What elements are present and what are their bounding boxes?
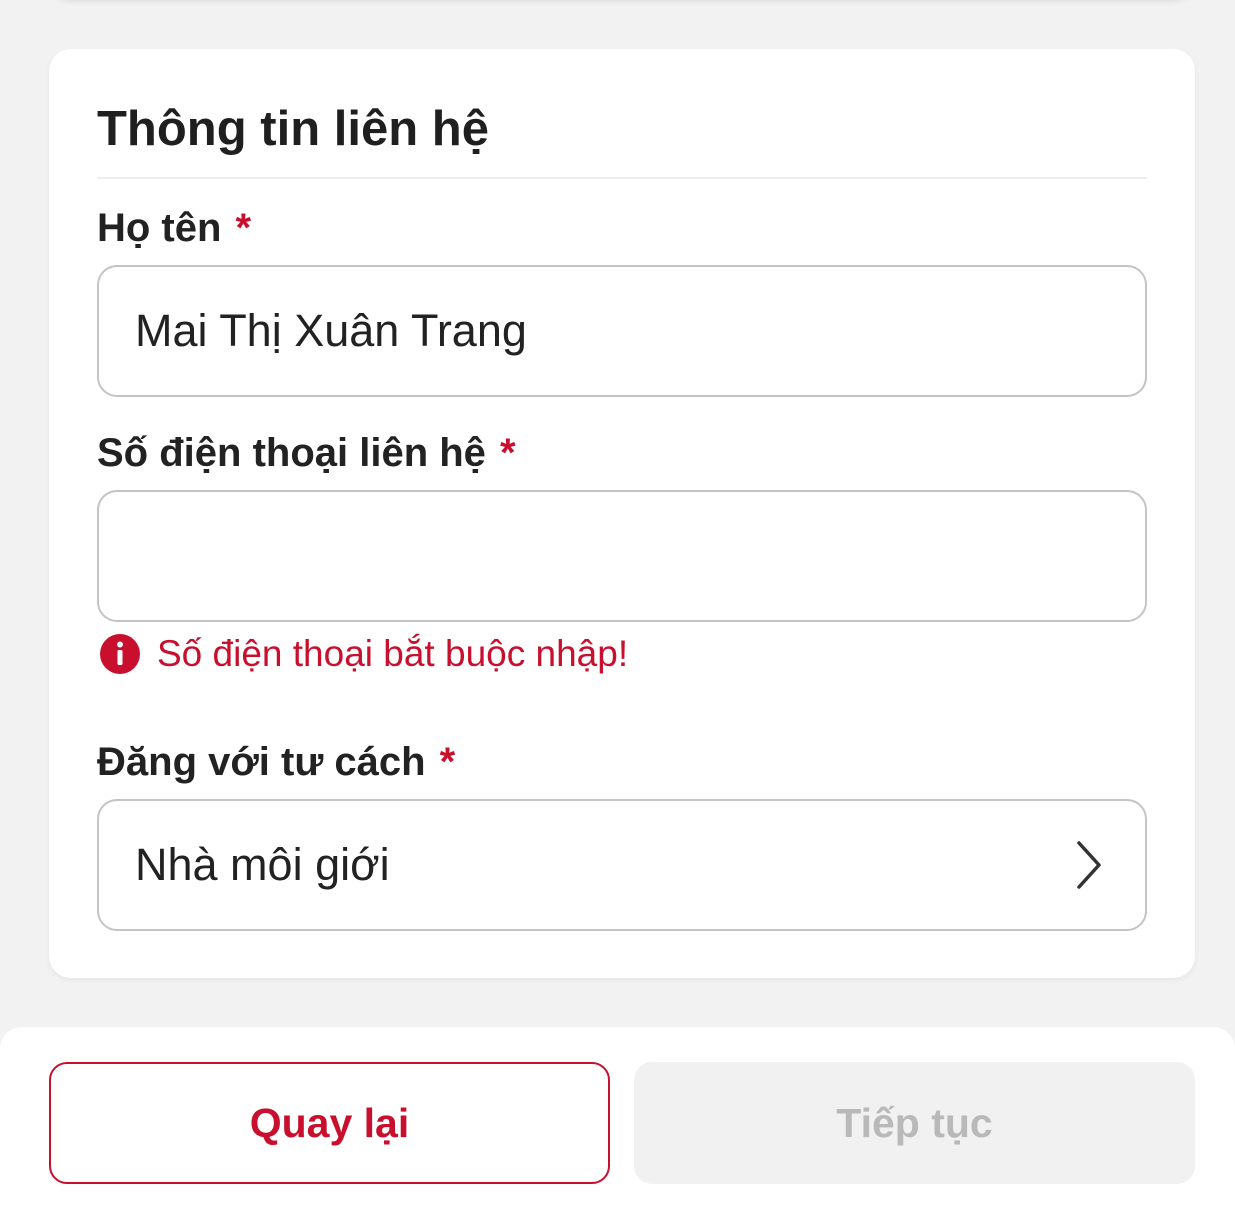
section-title: Thông tin liên hệ	[97, 102, 489, 156]
phone-error-message: Số điện thoại bắt buộc nhập!	[99, 631, 628, 677]
divider	[97, 177, 1147, 179]
post-as-value: Nhà môi giới	[135, 839, 390, 890]
back-button[interactable]: Quay lại	[49, 1062, 610, 1184]
required-asterisk: *	[235, 206, 252, 250]
required-asterisk: *	[499, 431, 516, 475]
error-info-icon	[100, 634, 140, 674]
full-name-input[interactable]: Mai Thị Xuân Trang	[97, 265, 1147, 397]
chevron-right-icon	[1077, 841, 1101, 889]
post-as-label: Đăng với tư cách *	[97, 737, 455, 787]
post-as-select[interactable]: Nhà môi giới	[97, 799, 1147, 931]
continue-button[interactable]: Tiếp tục	[634, 1062, 1195, 1184]
full-name-label: Họ tên *	[97, 203, 251, 253]
contact-info-card: Thông tin liên hệ Họ tên * Mai Thị Xuân T…	[49, 49, 1195, 978]
full-name-value: Mai Thị Xuân Trang	[135, 305, 527, 356]
phone-error-text: Số điện thoại bắt buộc nhập!	[157, 633, 629, 674]
post-as-label-text: Đăng với tư cách	[97, 740, 426, 784]
required-asterisk: *	[439, 740, 456, 784]
phone-input[interactable]	[97, 490, 1147, 622]
phone-label-text: Số điện thoại liên hệ	[97, 431, 486, 475]
footer-action-bar: Quay lại Tiếp tục	[0, 1027, 1235, 1215]
full-name-label-text: Họ tên	[97, 206, 222, 250]
phone-label: Số điện thoại liên hệ *	[97, 428, 516, 478]
